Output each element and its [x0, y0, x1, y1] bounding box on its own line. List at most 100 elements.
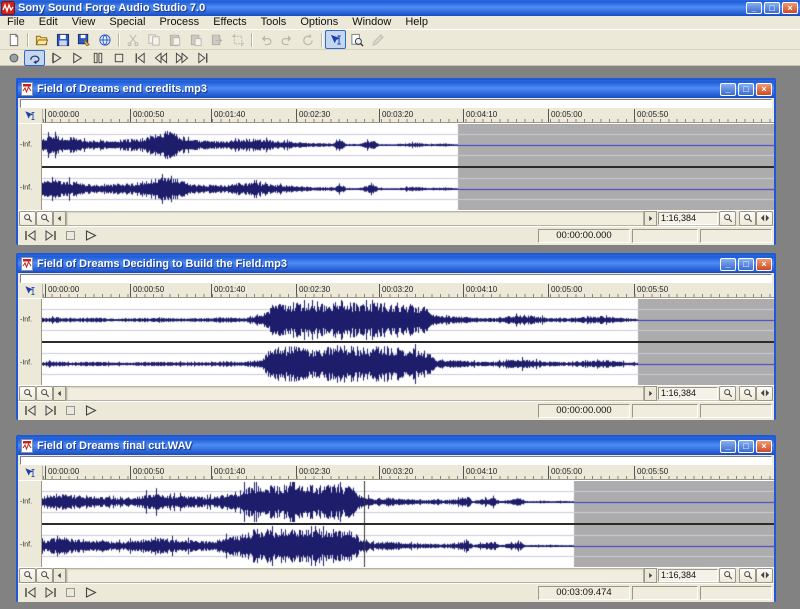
- document-titlebar[interactable]: Field of Dreams final cut.WAV _ □ ×: [18, 437, 774, 455]
- play-button[interactable]: [80, 403, 100, 419]
- play-button[interactable]: [80, 585, 100, 601]
- time-ruler[interactable]: 00:00:00 00:00:50 00:01:40 00:02:30 00:03:20…: [43, 284, 774, 298]
- go-to-start-button[interactable]: [20, 228, 40, 244]
- menu-file[interactable]: File: [0, 16, 32, 29]
- maximize-button[interactable]: □: [738, 439, 754, 453]
- zoom-in-time-button[interactable]: [719, 210, 736, 226]
- close-button[interactable]: ×: [756, 439, 772, 453]
- horizontal-scrollbar[interactable]: [66, 385, 644, 401]
- zoom-in-time-button[interactable]: [719, 567, 736, 583]
- close-button[interactable]: ×: [756, 257, 772, 271]
- scroll-right-button[interactable]: [644, 210, 657, 226]
- paste-mix-button[interactable]: [206, 30, 227, 49]
- go-to-end-button[interactable]: [40, 585, 60, 601]
- zoom-selection-button[interactable]: [756, 385, 773, 401]
- overview-bar[interactable]: [20, 99, 772, 108]
- minimize-button[interactable]: _: [720, 257, 736, 271]
- minimize-button[interactable]: _: [746, 2, 762, 14]
- horizontal-scrollbar[interactable]: [66, 210, 644, 226]
- stop-button[interactable]: [108, 50, 129, 66]
- restore-button[interactable]: □: [764, 2, 780, 14]
- edit-tool-button[interactable]: [325, 30, 346, 49]
- scroll-right-button[interactable]: [644, 385, 657, 401]
- magnify-tool-button[interactable]: [19, 385, 36, 401]
- edit-tool-icon[interactable]: [18, 284, 43, 298]
- menu-help[interactable]: Help: [398, 16, 435, 29]
- zoom-in-time-button[interactable]: [719, 385, 736, 401]
- menu-view[interactable]: View: [65, 16, 103, 29]
- forward-button[interactable]: [171, 50, 192, 66]
- app-titlebar[interactable]: Sony Sound Forge Audio Studio 7.0 _ □ ×: [0, 0, 800, 16]
- undo-button[interactable]: [255, 30, 276, 49]
- magnify-tool-button[interactable]: [19, 210, 36, 226]
- go-to-start-button[interactable]: [129, 50, 150, 66]
- time-ruler[interactable]: 00:00:00 00:00:50 00:01:40 00:02:30 00:03:20…: [43, 109, 774, 123]
- paste-special-button[interactable]: [185, 30, 206, 49]
- waveform-right-channel[interactable]: [42, 525, 774, 567]
- edit-tool-icon[interactable]: [18, 109, 43, 123]
- cut-button[interactable]: [122, 30, 143, 49]
- stop-button[interactable]: [60, 403, 80, 419]
- horizontal-scrollbar[interactable]: [66, 567, 644, 583]
- close-button[interactable]: ×: [782, 2, 798, 14]
- redo-button[interactable]: [276, 30, 297, 49]
- play-button[interactable]: [80, 228, 100, 244]
- waveform-left-channel[interactable]: [42, 124, 774, 166]
- menu-process[interactable]: Process: [152, 16, 206, 29]
- zoom-out-time-button[interactable]: [739, 210, 756, 226]
- publish-internet-button[interactable]: [94, 30, 115, 49]
- go-to-end-button[interactable]: [40, 228, 60, 244]
- minimize-button[interactable]: _: [720, 439, 736, 453]
- edit-tool-icon[interactable]: [18, 466, 43, 480]
- time-ruler[interactable]: 00:00:00 00:00:50 00:01:40 00:02:30 00:03:20…: [43, 466, 774, 480]
- scroll-left-button[interactable]: [53, 385, 66, 401]
- stop-button[interactable]: [60, 585, 80, 601]
- zoom-normal-button[interactable]: [36, 385, 53, 401]
- zoom-out-time-button[interactable]: [739, 567, 756, 583]
- zoom-out-time-button[interactable]: [739, 385, 756, 401]
- paste-button[interactable]: [164, 30, 185, 49]
- menu-special[interactable]: Special: [102, 16, 152, 29]
- trim-button[interactable]: [227, 30, 248, 49]
- record-button[interactable]: [3, 50, 24, 66]
- rewind-button[interactable]: [150, 50, 171, 66]
- stop-button[interactable]: [60, 228, 80, 244]
- go-to-start-button[interactable]: [20, 403, 40, 419]
- repeat-button[interactable]: [297, 30, 318, 49]
- waveform-right-channel[interactable]: [42, 343, 774, 385]
- menu-options[interactable]: Options: [293, 16, 345, 29]
- open-button[interactable]: [31, 30, 52, 49]
- scroll-right-button[interactable]: [644, 567, 657, 583]
- document-titlebar[interactable]: Field of Dreams Deciding to Build the Fi…: [18, 255, 774, 273]
- menu-tools[interactable]: Tools: [254, 16, 294, 29]
- maximize-button[interactable]: □: [738, 257, 754, 271]
- overview-bar[interactable]: [20, 456, 772, 465]
- close-button[interactable]: ×: [756, 82, 772, 96]
- scroll-left-button[interactable]: [53, 567, 66, 583]
- new-file-button[interactable]: [3, 30, 24, 49]
- maximize-button[interactable]: □: [738, 82, 754, 96]
- go-to-start-button[interactable]: [20, 585, 40, 601]
- zoom-selection-button[interactable]: [756, 210, 773, 226]
- pencil-edit-button[interactable]: [367, 30, 388, 49]
- copy-button[interactable]: [143, 30, 164, 49]
- play-button[interactable]: [66, 50, 87, 66]
- waveform-left-channel[interactable]: [42, 299, 774, 341]
- menu-edit[interactable]: Edit: [32, 16, 65, 29]
- menu-effects[interactable]: Effects: [206, 16, 253, 29]
- play-all-button[interactable]: [45, 50, 66, 66]
- magnify-button[interactable]: [346, 30, 367, 49]
- loop-playback-button[interactable]: [24, 49, 45, 66]
- minimize-button[interactable]: _: [720, 82, 736, 96]
- waveform-left-channel[interactable]: [42, 481, 774, 523]
- save-button[interactable]: [52, 30, 73, 49]
- document-titlebar[interactable]: Field of Dreams end credits.mp3 _ □ ×: [18, 80, 774, 98]
- go-to-end-button[interactable]: [192, 50, 213, 66]
- menu-window[interactable]: Window: [345, 16, 398, 29]
- waveform-right-channel[interactable]: [42, 168, 774, 210]
- magnify-tool-button[interactable]: [19, 567, 36, 583]
- save-as-button[interactable]: [73, 30, 94, 49]
- scroll-left-button[interactable]: [53, 210, 66, 226]
- go-to-end-button[interactable]: [40, 403, 60, 419]
- pause-button[interactable]: [87, 50, 108, 66]
